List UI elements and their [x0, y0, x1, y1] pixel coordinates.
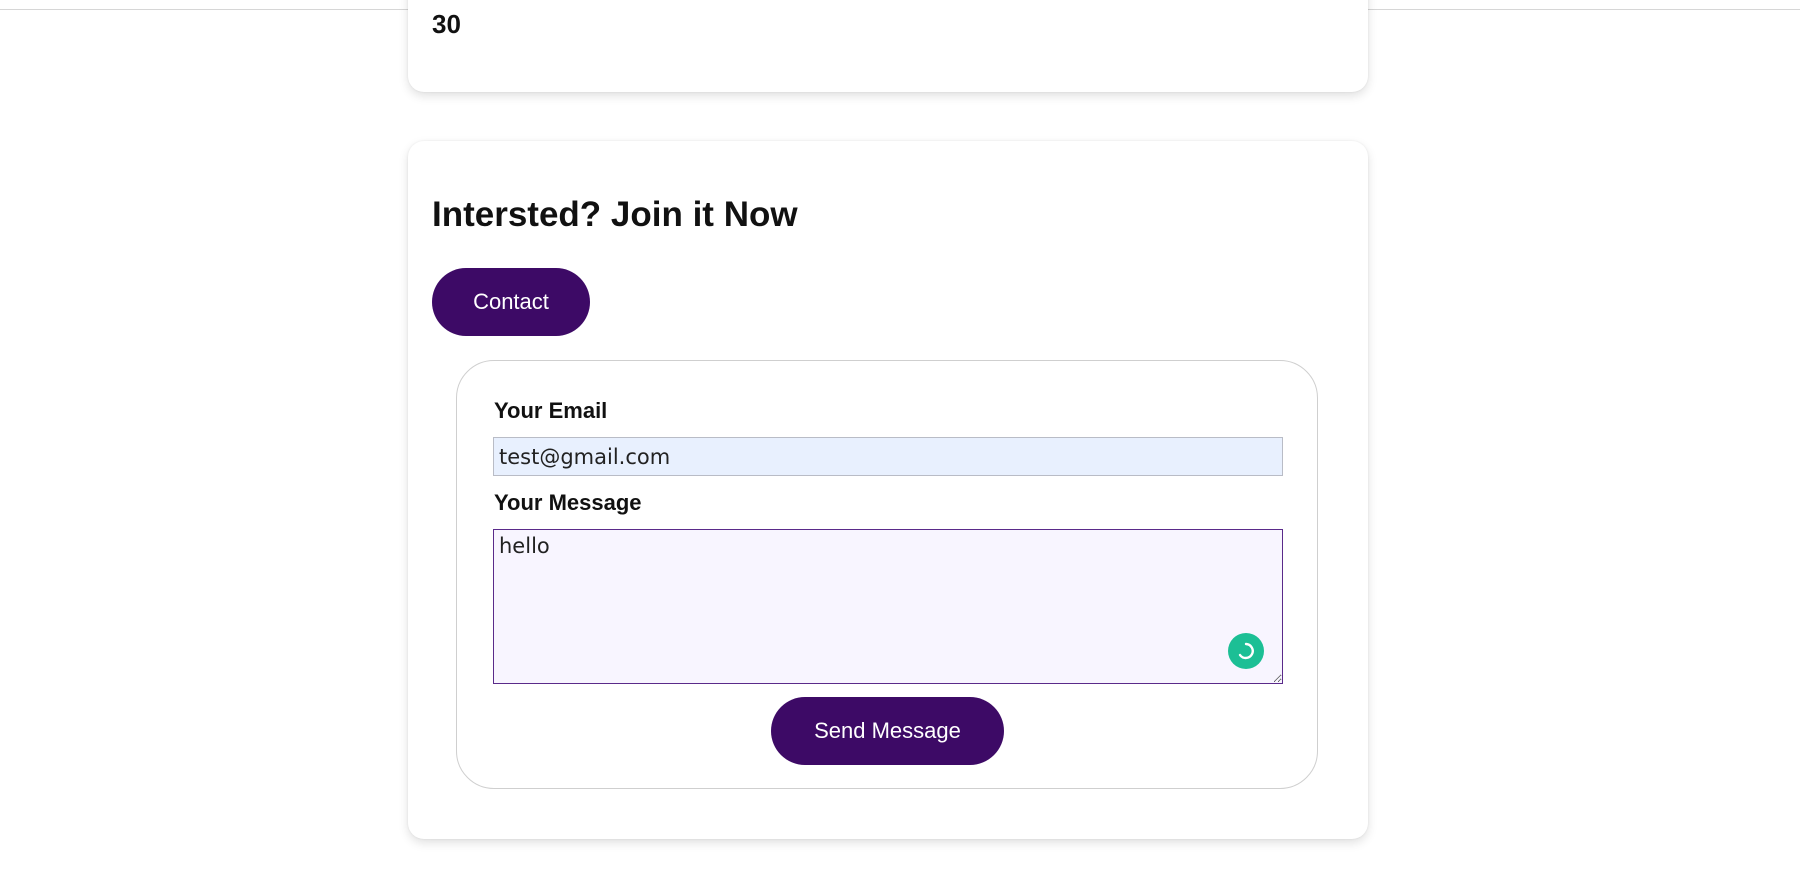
message-label: Your Message — [494, 490, 642, 515]
spinner-icon — [1238, 642, 1254, 660]
contact-form: Your Email Your Message hello Send Messa… — [456, 360, 1318, 789]
email-label: Your Email — [494, 398, 608, 423]
contact-button[interactable]: Contact — [432, 268, 590, 336]
stats-card: 30 — [408, 0, 1368, 92]
email-field[interactable] — [493, 437, 1283, 476]
send-message-button[interactable]: Send Message — [771, 697, 1004, 765]
join-heading: Intersted? Join it Now — [432, 195, 798, 234]
join-card: Intersted? Join it Now Contact Your Emai… — [408, 141, 1368, 839]
grammar-assistant-icon[interactable] — [1228, 633, 1264, 669]
stats-value: 30 — [432, 9, 461, 39]
message-field[interactable]: hello — [493, 529, 1283, 684]
